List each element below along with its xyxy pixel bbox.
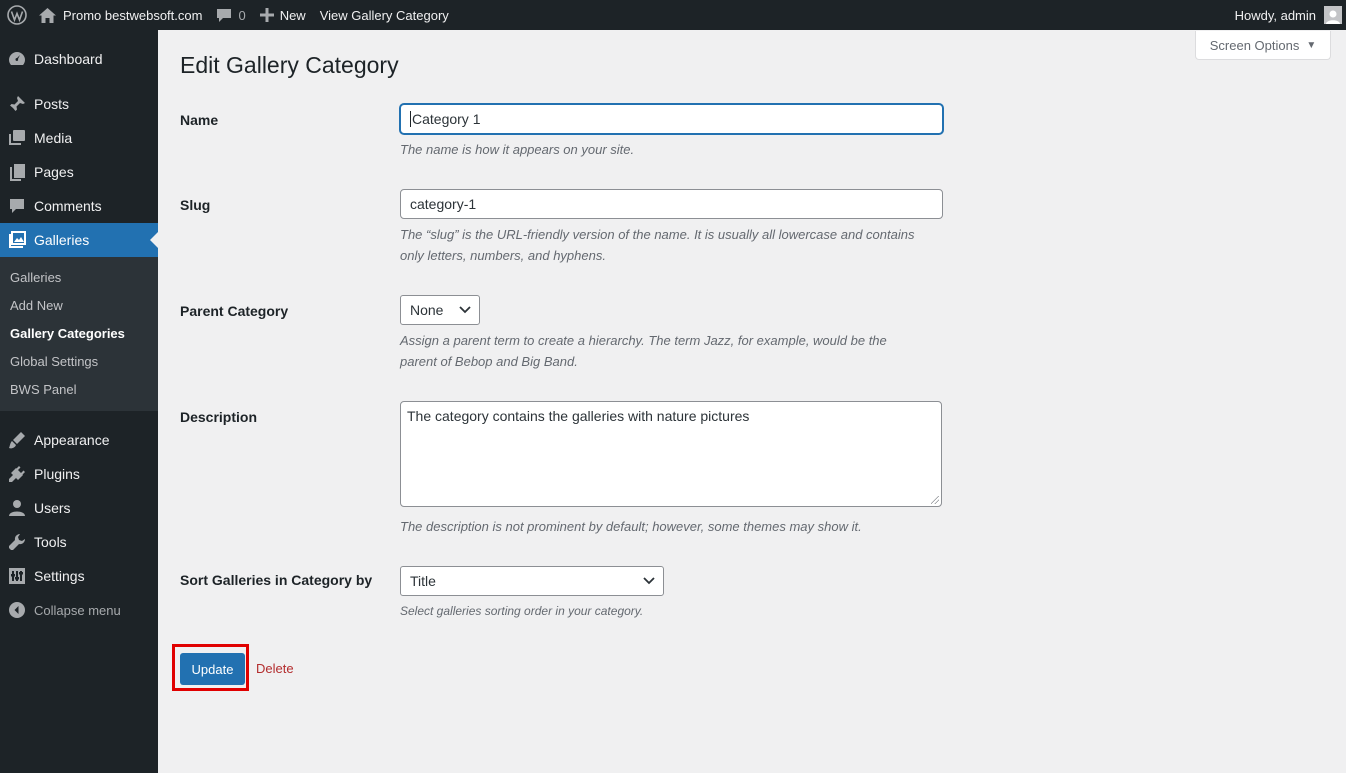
collapse-menu-label: Collapse menu (34, 602, 121, 618)
chevron-down-icon (459, 306, 471, 314)
menu-item-media[interactable]: Media (0, 121, 158, 155)
menu-item-galleries[interactable]: Galleries (0, 223, 158, 257)
description-help: The description is not prominent by defa… (400, 519, 862, 534)
menu-label-dashboard: Dashboard (34, 51, 103, 67)
new-content-link[interactable]: New (253, 0, 313, 30)
comments-count: 0 (238, 7, 246, 23)
name-input[interactable]: Category 1 (400, 104, 943, 134)
comments-link[interactable]: 0 (209, 0, 252, 30)
wordpress-logo-icon[interactable] (2, 0, 32, 30)
name-description: The name is how it appears on your site. (400, 142, 635, 157)
pages-icon (0, 162, 34, 182)
galleries-submenu: Galleries Add New Gallery Categories Glo… (0, 257, 158, 411)
text-cursor (410, 111, 411, 127)
screen-options-label: Screen Options (1209, 37, 1300, 53)
menu-label-comments: Comments (34, 198, 102, 214)
submenu-global-settings[interactable]: Global Settings (10, 354, 98, 369)
plug-icon (0, 464, 34, 484)
page-title: Edit Gallery Category (180, 52, 399, 78)
name-label: Name (180, 112, 219, 128)
menu-item-pages[interactable]: Pages (0, 155, 158, 189)
main-content: Screen Options ▼ Edit Gallery Category N… (158, 30, 1346, 773)
sort-select[interactable]: Title (400, 566, 664, 596)
parent-category-description: Assign a parent term to create a hierarc… (400, 330, 887, 372)
slug-description: The “slug” is the URL-friendly version o… (400, 224, 914, 266)
menu-label-plugins: Plugins (34, 466, 80, 482)
menu-label-media: Media (34, 130, 73, 146)
menu-label-galleries: Galleries (34, 232, 90, 248)
admin-bar: Promo bestwebsoft.com 0 New View Gallery… (0, 0, 1346, 30)
menu-label-pages: Pages (34, 164, 74, 180)
menu-item-comments[interactable]: Comments (0, 189, 158, 223)
update-button[interactable]: Update (180, 653, 245, 685)
view-gallery-category-link[interactable]: View Gallery Category (313, 0, 456, 30)
submenu-bws-panel[interactable]: BWS Panel (10, 382, 76, 397)
plus-icon (259, 8, 274, 22)
dashboard-icon (0, 49, 34, 69)
gallery-icon (0, 230, 34, 250)
menu-item-settings[interactable]: Settings (0, 559, 158, 593)
submenu-add-new[interactable]: Add New (10, 298, 63, 313)
howdy-text: Howdy, admin (1234, 7, 1316, 23)
slug-description-line1: The “slug” is the URL-friendly version o… (400, 227, 915, 242)
chevron-down-icon (643, 577, 655, 585)
comment-icon (0, 196, 34, 216)
new-label: New (279, 7, 306, 23)
menu-item-appearance[interactable]: Appearance (0, 423, 158, 457)
view-label: View Gallery Category (319, 7, 449, 23)
pin-icon (0, 94, 34, 114)
slug-value: category-1 (410, 196, 477, 212)
description-value: The category contains the galleries with… (407, 408, 750, 424)
menu-label-tools: Tools (34, 534, 67, 550)
resize-handle-icon[interactable] (931, 496, 939, 504)
user-icon (0, 498, 34, 518)
parent-category-select[interactable]: None (400, 295, 480, 325)
collapse-menu-button[interactable]: Collapse menu (0, 593, 158, 627)
caret-down-icon: ▼ (1306, 39, 1317, 51)
slug-input[interactable]: category-1 (400, 189, 943, 219)
menu-label-posts: Posts (34, 96, 70, 112)
slug-label: Slug (180, 197, 211, 213)
brush-icon (0, 430, 34, 450)
parent-category-label: Parent Category (180, 303, 289, 319)
sliders-icon (0, 566, 34, 586)
menu-label-appearance: Appearance (34, 432, 110, 448)
menu-item-tools[interactable]: Tools (0, 525, 158, 559)
parent-category-value: None (410, 302, 444, 318)
my-account-link[interactable]: Howdy, admin (1228, 0, 1346, 30)
avatar (1324, 6, 1342, 24)
screen-options-button[interactable]: Screen Options ▼ (1195, 31, 1331, 60)
menu-label-users: Users (34, 500, 71, 516)
name-value: Category 1 (412, 111, 481, 127)
site-name: Promo bestwebsoft.com (63, 7, 203, 23)
submenu-gallery-categories[interactable]: Gallery Categories (10, 326, 125, 341)
menu-item-plugins[interactable]: Plugins (0, 457, 158, 491)
parent-description-line2: parent of Bebop and Big Band. (400, 354, 578, 369)
description-label: Description (180, 409, 258, 425)
menu-item-posts[interactable]: Posts (0, 87, 158, 121)
sort-label: Sort Galleries in Category by (180, 572, 373, 588)
admin-menu: Dashboard Posts Media Pages Comments Gal… (0, 30, 158, 773)
menu-item-dashboard[interactable]: Dashboard (0, 42, 158, 76)
submenu-galleries[interactable]: Galleries (10, 270, 61, 285)
site-name-link[interactable]: Promo bestwebsoft.com (32, 0, 209, 30)
menu-item-users[interactable]: Users (0, 491, 158, 525)
comment-bubble-icon (216, 8, 232, 23)
delete-link[interactable]: Delete (256, 661, 294, 676)
collapse-arrow-icon (0, 601, 34, 619)
media-icon (0, 128, 34, 148)
description-textarea[interactable]: The category contains the galleries with… (400, 401, 942, 507)
wrench-icon (0, 532, 34, 552)
home-icon (39, 7, 56, 23)
slug-description-line2: only letters, numbers, and hyphens. (400, 248, 606, 263)
parent-description-line1: Assign a parent term to create a hierarc… (400, 333, 887, 348)
sort-description: Select galleries sorting order in your c… (400, 604, 644, 618)
menu-label-settings: Settings (34, 568, 85, 584)
sort-value: Title (410, 573, 436, 589)
